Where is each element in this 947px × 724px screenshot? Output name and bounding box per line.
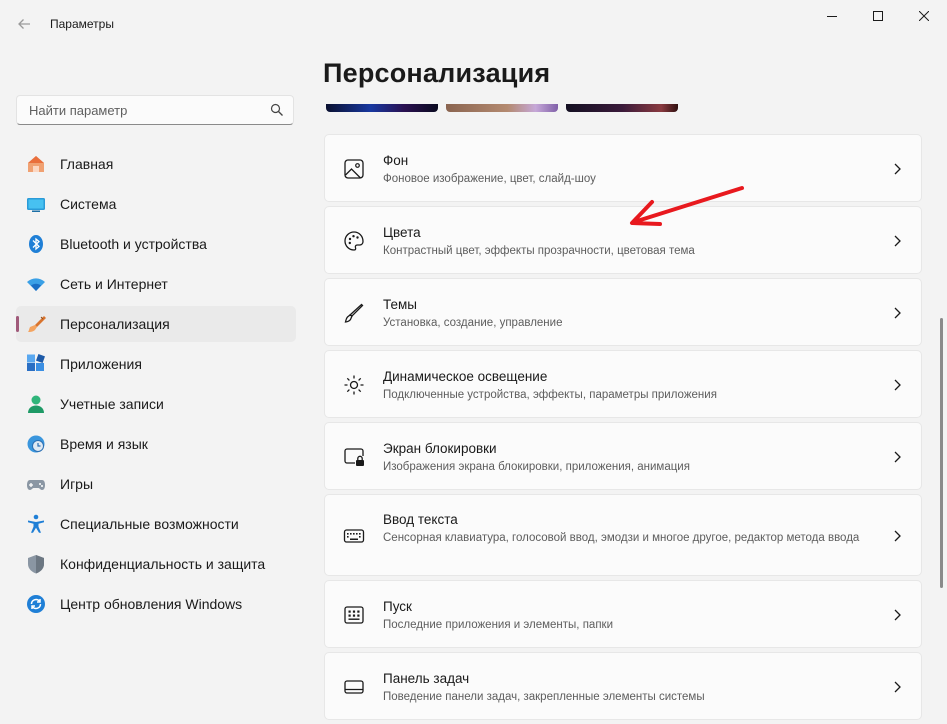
sidebar-item-bluetooth[interactable]: Bluetooth и устройства <box>16 226 296 262</box>
keyboard-icon <box>343 529 365 543</box>
sidebar-item-label: Персонализация <box>60 316 170 332</box>
sidebar-item-label: Система <box>60 196 117 212</box>
gamepad-icon <box>27 480 45 490</box>
setting-card-themes[interactable]: Темы Установка, создание, управление <box>324 278 922 346</box>
maximize-button[interactable] <box>855 0 901 32</box>
home-icon <box>28 156 44 172</box>
setting-card-title: Ввод текста <box>383 512 458 527</box>
search-box[interactable] <box>16 95 294 125</box>
chevron-right-icon <box>894 163 901 175</box>
pen-brush-icon <box>344 303 364 323</box>
sidebar-item-label: Bluetooth и устройства <box>60 236 207 252</box>
start-menu-icon <box>344 606 364 624</box>
taskbar-icon <box>344 680 364 694</box>
setting-card-subtitle: Поведение панели задач, закрепленные эле… <box>383 691 705 703</box>
theme-preview[interactable] <box>446 104 558 112</box>
system-icon <box>27 198 45 212</box>
setting-card-lock-screen[interactable]: Экран блокировки Изображения экрана блок… <box>324 422 922 490</box>
brush-icon <box>28 316 46 332</box>
setting-card-title: Пуск <box>383 599 412 614</box>
apps-icon <box>27 354 45 371</box>
close-icon <box>919 11 929 21</box>
accessibility-icon <box>28 514 44 533</box>
setting-card-text-input[interactable]: Ввод текста Сенсорная клавиатура, голосо… <box>324 494 922 576</box>
shield-icon <box>28 555 44 574</box>
chevron-right-icon <box>894 235 901 247</box>
minimize-button[interactable] <box>809 0 855 32</box>
sidebar-item-label: Специальные возможности <box>60 516 239 532</box>
sidebar-item-accessibility[interactable]: Специальные возможности <box>16 506 296 542</box>
sidebar-item-label: Главная <box>60 156 114 172</box>
setting-card-subtitle: Последние приложения и элементы, папки <box>383 619 613 631</box>
search-input[interactable] <box>27 101 261 119</box>
sidebar-item-system[interactable]: Система <box>16 186 296 222</box>
account-icon <box>28 395 44 413</box>
setting-card-subtitle: Изображения экрана блокировки, приложени… <box>383 461 690 473</box>
setting-card-title: Панель задач <box>383 671 470 686</box>
close-button[interactable] <box>901 0 947 32</box>
sidebar-item-label: Сеть и Интернет <box>60 276 168 292</box>
sidebar-item-personalization[interactable]: Персонализация <box>16 306 296 342</box>
sidebar-item-windows-update[interactable]: Центр обновления Windows <box>16 586 296 622</box>
sidebar-item-privacy[interactable]: Конфиденциальность и защита <box>16 546 296 582</box>
chevron-right-icon <box>894 530 901 542</box>
sidebar-item-apps[interactable]: Приложения <box>16 346 296 382</box>
sidebar-item-label: Учетные записи <box>60 396 164 412</box>
sidebar-item-label: Время и язык <box>60 436 148 452</box>
setting-card-title: Цвета <box>383 225 421 240</box>
sidebar-item-time-language[interactable]: Время и язык <box>16 426 296 462</box>
setting-card-subtitle: Подключенные устройства, эффекты, параме… <box>383 389 717 401</box>
theme-preview[interactable] <box>326 104 438 112</box>
setting-card-title: Динамическое освещение <box>383 369 548 384</box>
search-icon[interactable] <box>270 103 284 117</box>
palette-icon <box>344 231 364 251</box>
chevron-right-icon <box>894 379 901 391</box>
theme-preview[interactable] <box>566 104 678 112</box>
sidebar-item-network[interactable]: Сеть и Интернет <box>16 266 296 302</box>
chevron-right-icon <box>894 609 901 621</box>
annotation-arrow-icon <box>630 186 744 226</box>
window-title: Параметры <box>50 17 114 31</box>
picture-icon <box>344 159 364 179</box>
setting-card-title: Темы <box>383 297 417 312</box>
setting-card-start[interactable]: Пуск Последние приложения и элементы, па… <box>324 580 922 648</box>
title-bar: Параметры <box>0 0 947 48</box>
sidebar-item-label: Конфиденциальность и защита <box>60 556 266 572</box>
setting-card-taskbar[interactable]: Панель задач Поведение панели задач, зак… <box>324 652 922 720</box>
clock-globe-icon <box>27 435 45 453</box>
bluetooth-icon <box>29 235 43 253</box>
setting-card-subtitle: Сенсорная клавиатура, голосовой ввод, эм… <box>383 532 860 544</box>
arrow-left-icon <box>18 19 30 29</box>
setting-card-dynamic-lighting[interactable]: Динамическое освещение Подключенные устр… <box>324 350 922 418</box>
setting-card-subtitle: Установка, создание, управление <box>383 317 563 329</box>
window-controls <box>809 0 947 32</box>
lighting-icon <box>344 375 364 395</box>
sidebar-item-label: Центр обновления Windows <box>60 596 243 612</box>
sidebar-item-accounts[interactable]: Учетные записи <box>16 386 296 422</box>
page-title: Персонализация <box>323 58 551 88</box>
wifi-icon <box>27 278 45 291</box>
setting-card-subtitle: Контрастный цвет, эффекты прозрачности, … <box>383 245 695 257</box>
sidebar-item-gaming[interactable]: Игры <box>16 466 296 502</box>
setting-card-title: Фон <box>383 153 409 168</box>
lock-screen-icon <box>344 448 364 466</box>
back-button[interactable] <box>10 10 38 38</box>
sidebar-item-home[interactable]: Главная <box>16 146 296 182</box>
chevron-right-icon <box>894 307 901 319</box>
minimize-icon <box>827 16 837 17</box>
maximize-icon <box>873 11 883 21</box>
update-icon <box>27 595 45 613</box>
scrollbar-thumb[interactable] <box>940 318 943 588</box>
chevron-right-icon <box>894 451 901 463</box>
sidebar-item-label: Игры <box>60 476 94 492</box>
chevron-right-icon <box>894 681 901 693</box>
sidebar-nav: Главная Система Bluetooth и устройства С… <box>16 146 296 626</box>
sidebar-item-label: Приложения <box>60 356 142 372</box>
setting-card-title: Экран блокировки <box>383 441 497 456</box>
